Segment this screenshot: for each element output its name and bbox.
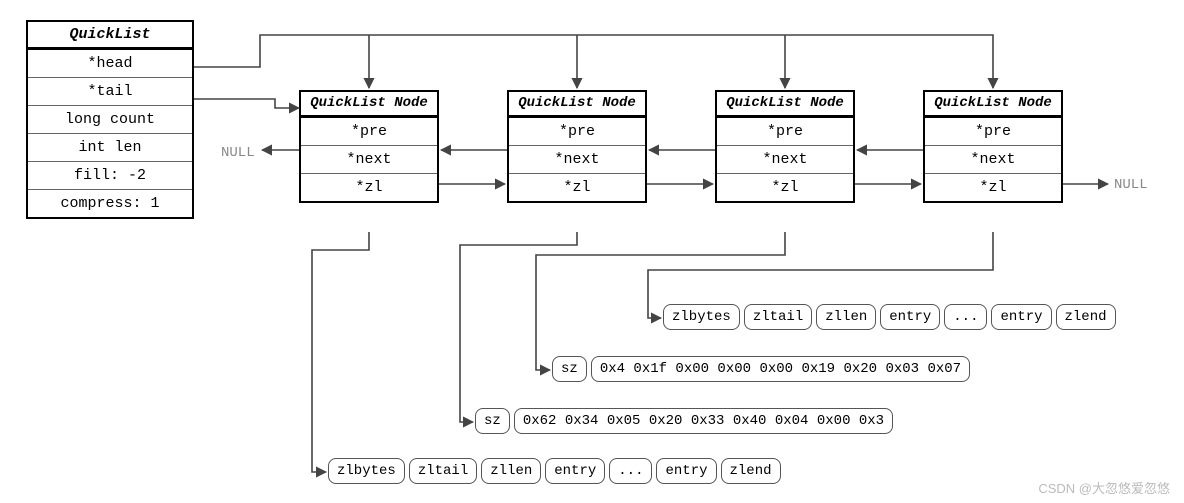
ziplist-row-bottom: zlbytes zltail zllen entry ... entry zle…: [328, 458, 781, 484]
node-title-text: QuickList Node: [310, 95, 428, 111]
quicklist-node-4: QuickList Node *pre *next *zl: [923, 90, 1063, 203]
node2-pre: *pre: [509, 118, 645, 146]
node3-next: *next: [717, 146, 853, 174]
zl4-entry2: entry: [991, 304, 1051, 330]
quicklist-node-2: QuickList Node *pre *next *zl: [507, 90, 647, 203]
node3-zl: *zl: [717, 174, 853, 201]
zl4-zllen: zllen: [816, 304, 876, 330]
zl1-zllen: zllen: [481, 458, 541, 484]
node1-next: *next: [301, 146, 437, 174]
node1-zl: *zl: [301, 174, 437, 201]
zl4-zlend: zlend: [1056, 304, 1116, 330]
zl1-zlend: zlend: [721, 458, 781, 484]
watermark: CSDN @大忽悠爱忽悠: [1038, 478, 1170, 497]
node4-zl: *zl: [925, 174, 1061, 201]
node4-pre: *pre: [925, 118, 1061, 146]
zl1-dots: ...: [609, 458, 652, 484]
sz3-bytes: 0x4 0x1f 0x00 0x00 0x00 0x19 0x20 0x03 0…: [591, 356, 970, 382]
node4-title: QuickList Node: [925, 92, 1061, 118]
sz-row-node3: sz 0x4 0x1f 0x00 0x00 0x00 0x19 0x20 0x0…: [552, 356, 970, 382]
node-title-text: QuickList Node: [518, 95, 636, 111]
node3-title: QuickList Node: [717, 92, 853, 118]
ziplist-row-top: zlbytes zltail zllen entry ... entry zle…: [663, 304, 1116, 330]
quicklist-field-len: int len: [28, 134, 192, 162]
zl1-zltail: zltail: [409, 458, 477, 484]
node4-next: *next: [925, 146, 1061, 174]
sz2-bytes: 0x62 0x34 0x05 0x20 0x33 0x40 0x04 0x00 …: [514, 408, 893, 434]
sz2-label: sz: [475, 408, 510, 434]
node-title-text: QuickList Node: [726, 95, 844, 111]
node2-title: QuickList Node: [509, 92, 645, 118]
zl4-entry1: entry: [880, 304, 940, 330]
quicklist-field-head: *head: [28, 50, 192, 78]
node3-pre: *pre: [717, 118, 853, 146]
node1-pre: *pre: [301, 118, 437, 146]
zl1-entry1: entry: [545, 458, 605, 484]
null-left: NULL: [221, 145, 255, 161]
quicklist-struct: QuickList *head *tail long count int len…: [26, 20, 194, 219]
sz-row-node2: sz 0x62 0x34 0x05 0x20 0x33 0x40 0x04 0x…: [475, 408, 893, 434]
quicklist-node-3: QuickList Node *pre *next *zl: [715, 90, 855, 203]
quicklist-field-tail: *tail: [28, 78, 192, 106]
quicklist-field-fill: fill: -2: [28, 162, 192, 190]
zl1-zlbytes: zlbytes: [328, 458, 405, 484]
node-title-text: QuickList Node: [934, 95, 1052, 111]
node2-zl: *zl: [509, 174, 645, 201]
quicklist-field-count: long count: [28, 106, 192, 134]
zl4-dots: ...: [944, 304, 987, 330]
node2-next: *next: [509, 146, 645, 174]
quicklist-node-1: QuickList Node *pre *next *zl: [299, 90, 439, 203]
quicklist-field-compress: compress: 1: [28, 190, 192, 217]
node1-title: QuickList Node: [301, 92, 437, 118]
zl4-zlbytes: zlbytes: [663, 304, 740, 330]
sz3-label: sz: [552, 356, 587, 382]
zl4-zltail: zltail: [744, 304, 812, 330]
quicklist-title: QuickList: [28, 22, 192, 50]
null-right: NULL: [1114, 177, 1148, 193]
zl1-entry2: entry: [656, 458, 716, 484]
